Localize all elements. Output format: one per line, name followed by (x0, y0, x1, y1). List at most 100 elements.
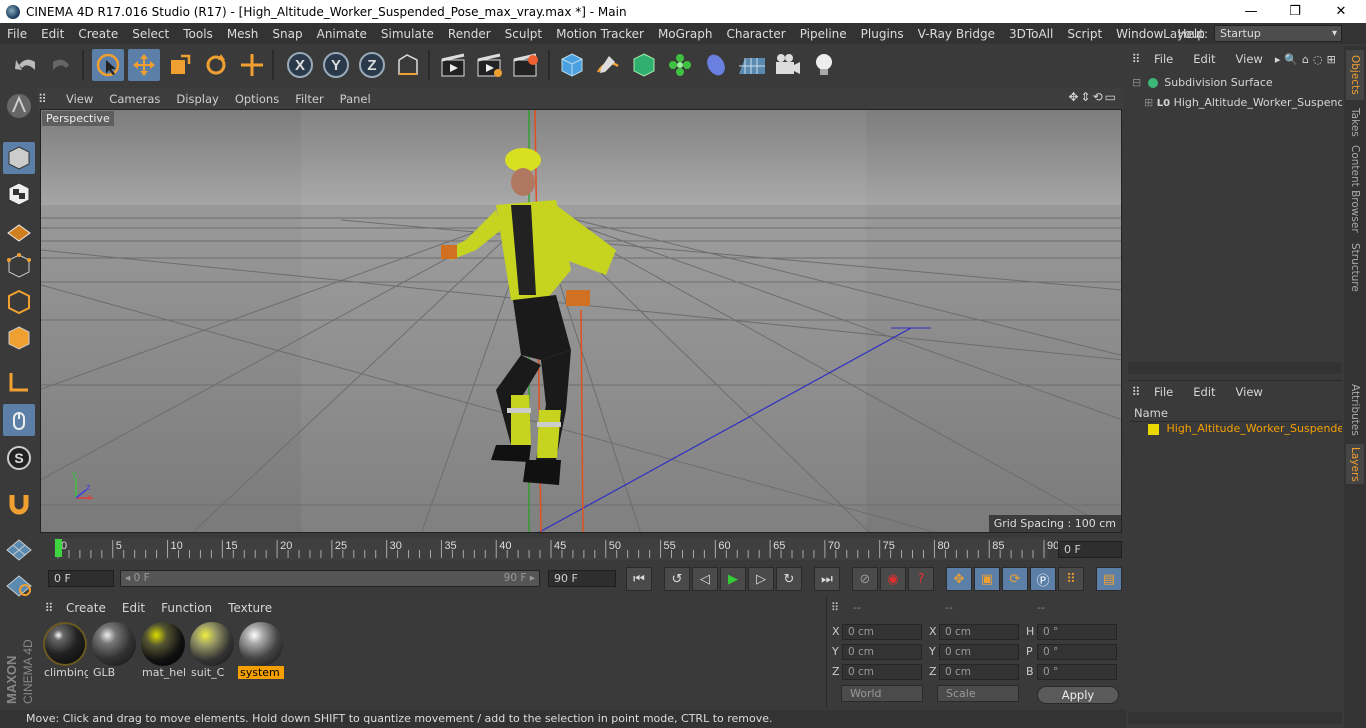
menu-select[interactable]: Select (125, 27, 176, 41)
subdivision-surface-icon[interactable] (628, 49, 660, 81)
key-position-icon[interactable]: ✥ (946, 567, 972, 591)
size-z-field[interactable]: 0 cm (939, 664, 1019, 680)
redo-icon[interactable] (46, 49, 78, 81)
tree-expander-icon[interactable]: ⊞ (1144, 96, 1153, 109)
key-rotation-icon[interactable]: ⟳ (1002, 567, 1028, 591)
objects-menu-file[interactable]: File (1144, 52, 1183, 66)
frame-range-slider[interactable]: ◂ 0 F 90 F ▸ (120, 570, 540, 587)
material-menu-function[interactable]: Function (153, 601, 220, 615)
menu-sculpt[interactable]: Sculpt (498, 27, 549, 41)
floor-environment-icon[interactable] (736, 49, 768, 81)
objects-horizontal-scrollbar[interactable] (1128, 362, 1342, 374)
material-swatch-system[interactable]: system (238, 620, 284, 680)
workplane-grid-icon[interactable] (3, 532, 35, 564)
rotation-b-field[interactable]: 0 ° (1037, 664, 1117, 680)
perspective-viewport[interactable]: y z x (40, 109, 1122, 533)
rotation-p-field[interactable]: 0 ° (1037, 644, 1117, 660)
position-z-field[interactable]: 0 cm (842, 664, 922, 680)
viewport-menu-display[interactable]: Display (168, 92, 226, 106)
menu-edit[interactable]: Edit (34, 27, 71, 41)
deformer-icon[interactable] (700, 49, 732, 81)
layers-menu-edit[interactable]: Edit (1183, 385, 1225, 399)
x-axis-lock-button[interactable]: X (284, 49, 316, 81)
go-to-end-icon[interactable]: ⏭ (814, 567, 840, 591)
material-menu-create[interactable]: Create (58, 601, 114, 615)
light-icon[interactable] (808, 49, 840, 81)
render-settings-icon[interactable] (510, 49, 542, 81)
menu-pipeline[interactable]: Pipeline (793, 27, 854, 41)
keyframe-selection-icon[interactable]: ? (908, 567, 934, 591)
snap-magnet-icon[interactable] (3, 488, 35, 520)
objects-menu-view[interactable]: View (1226, 52, 1273, 66)
render-picture-viewer-icon[interactable] (474, 49, 506, 81)
timeline-ruler[interactable]: 0 5 10 15 20 25 30 35 40 45 50 55 60 65 70 75 80 85 90 0 F (40, 536, 1126, 562)
play-forward-icon[interactable]: ▶ (720, 567, 746, 591)
tweak-mode-icon[interactable] (3, 404, 35, 436)
live-selection-icon[interactable] (92, 49, 124, 81)
model-mode-icon[interactable] (3, 142, 35, 174)
key-scale-icon[interactable]: ▣ (974, 567, 1000, 591)
scale-tool-icon[interactable] (164, 49, 196, 81)
tree-expander-icon[interactable]: ⊟ (1132, 76, 1141, 89)
tree-row-subdivision[interactable]: ⊟ Subdivision Surface (1132, 76, 1273, 89)
menu-mograph[interactable]: MoGraph (651, 27, 720, 41)
menu-window[interactable]: Window (1109, 27, 1170, 41)
enable-axis-icon[interactable] (3, 366, 35, 398)
layer-color-swatch[interactable] (1148, 423, 1159, 435)
material-swatch-climbing[interactable]: climbing (42, 620, 88, 680)
layers-horizontal-scrollbar[interactable] (1128, 712, 1342, 724)
current-frame-field[interactable]: 0 F (1058, 541, 1122, 558)
rotate-tool-icon[interactable] (200, 49, 232, 81)
layer-row[interactable]: High_Altitude_Worker_Suspended (1140, 422, 1342, 435)
layers-menu-view[interactable]: View (1226, 385, 1273, 399)
edges-mode-icon[interactable] (3, 286, 35, 318)
previous-frame-icon[interactable]: ◁ (692, 567, 718, 591)
coordinate-space-dropdown[interactable]: World (841, 685, 923, 702)
material-menu-texture[interactable]: Texture (220, 601, 280, 615)
material-swatch-mat-hel[interactable]: mat_hel (140, 620, 186, 680)
menu-snap[interactable]: Snap (265, 27, 309, 41)
workplane-mode-icon[interactable] (3, 214, 35, 246)
position-x-field[interactable]: 0 cm (842, 624, 922, 640)
menu-render[interactable]: Render (441, 27, 498, 41)
recent-tool-icon[interactable] (236, 49, 268, 81)
viewport-camera-label[interactable]: Perspective (42, 111, 114, 126)
cloner-icon[interactable] (664, 49, 696, 81)
max-frame-field[interactable]: 90 F (548, 570, 616, 587)
solo-mode-icon[interactable]: S (3, 442, 35, 474)
menu-motion-tracker[interactable]: Motion Tracker (549, 27, 651, 41)
viewport-menu-options[interactable]: Options (227, 92, 287, 106)
layout-dropdown[interactable]: Startup (1214, 25, 1342, 42)
size-y-field[interactable]: 0 cm (939, 644, 1019, 660)
autokeying-icon[interactable]: ◉ (880, 567, 906, 591)
position-y-field[interactable]: 0 cm (842, 644, 922, 660)
menu-script[interactable]: Script (1060, 27, 1109, 41)
viewport-menu-cameras[interactable]: Cameras (101, 92, 168, 106)
apply-button[interactable]: Apply (1037, 686, 1119, 704)
tree-row-worker-mesh[interactable]: ⊞ L0 High_Altitude_Worker_Suspended (1144, 96, 1342, 109)
tab-layers[interactable]: Layers (1346, 444, 1364, 484)
menu-character[interactable]: Character (719, 27, 792, 41)
min-frame-field[interactable]: 0 F (48, 570, 114, 587)
render-view-icon[interactable] (438, 49, 470, 81)
tab-attributes[interactable]: Attributes (1346, 382, 1364, 438)
viewport-menu-filter[interactable]: Filter (287, 92, 331, 106)
y-axis-lock-button[interactable]: Y (320, 49, 352, 81)
key-point-level-icon[interactable]: ⠿ (1058, 567, 1084, 591)
make-editable-icon[interactable] (3, 90, 35, 122)
menu-plugins[interactable]: Plugins (854, 27, 911, 41)
objects-toolbar-icons[interactable]: ▸🔍⌂◌⊞ (1275, 53, 1340, 66)
cube-primitive-icon[interactable] (556, 49, 588, 81)
tab-structure[interactable]: Structure (1346, 240, 1364, 294)
pen-spline-icon[interactable] (592, 49, 624, 81)
minimize-button[interactable]: — (1228, 0, 1274, 23)
menu-tools[interactable]: Tools (176, 27, 220, 41)
menu-simulate[interactable]: Simulate (374, 27, 441, 41)
menu-vray-bridge[interactable]: V-Ray Bridge (911, 27, 1002, 41)
layers-menu-file[interactable]: File (1144, 385, 1183, 399)
next-frame-icon[interactable]: ▷ (748, 567, 774, 591)
tab-takes[interactable]: Takes (1346, 104, 1364, 140)
timeline-window-icon[interactable]: ▤ (1096, 567, 1122, 591)
transform-mode-dropdown[interactable]: Scale (937, 685, 1019, 702)
tab-objects[interactable]: Objects (1346, 50, 1364, 100)
